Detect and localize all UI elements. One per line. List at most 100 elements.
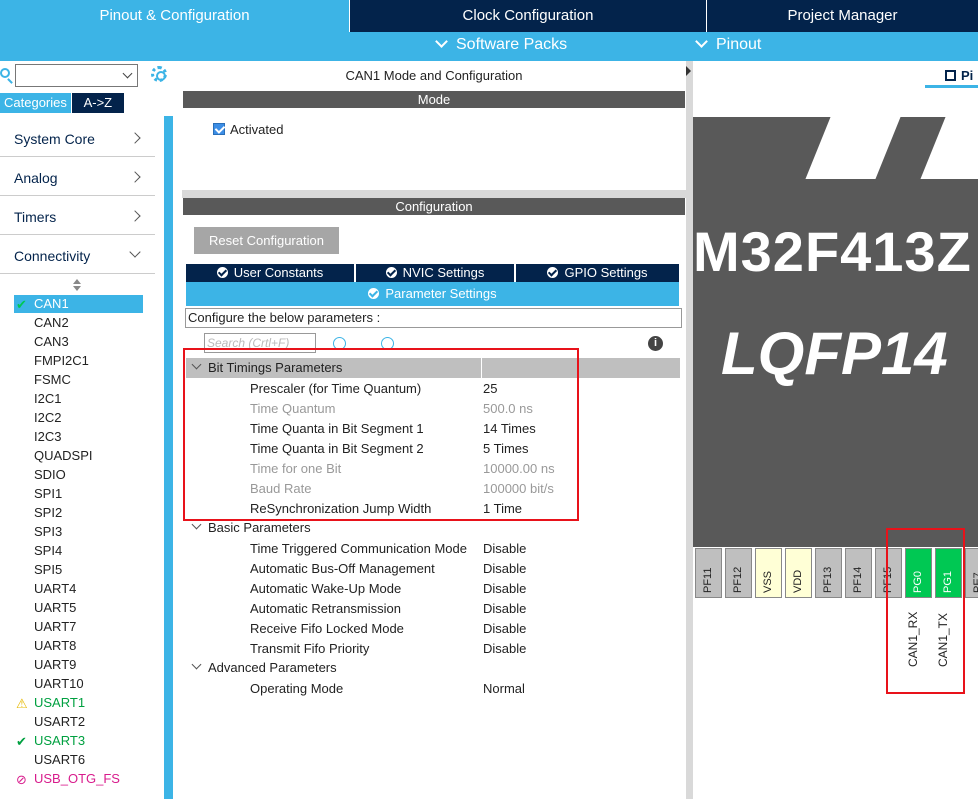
tab-categories[interactable]: Categories: [0, 93, 71, 113]
peripheral-item[interactable]: ✔ USART3: [14, 732, 143, 750]
search-dropdown[interactable]: [15, 64, 138, 87]
peripheral-item[interactable]: SPI4: [14, 542, 143, 560]
peripheral-label: SPI4: [34, 543, 63, 558]
top-tab-bar: Pinout & Configuration Clock Configurati…: [0, 0, 978, 32]
peripheral-item[interactable]: UART9: [14, 656, 143, 674]
category-system-core[interactable]: System Core: [0, 121, 155, 157]
tab-gpio-settings[interactable]: GPIO Settings: [516, 264, 679, 282]
check-icon: ✔: [16, 297, 27, 312]
parameter-value[interactable]: Disable: [483, 621, 526, 636]
peripheral-item[interactable]: SPI5: [14, 561, 143, 579]
pin-pf12[interactable]: PF12: [725, 548, 752, 598]
check-circle-icon: [385, 267, 397, 278]
parameter-value[interactable]: Disable: [483, 641, 526, 656]
tab-clock-configuration[interactable]: Clock Configuration: [350, 0, 707, 32]
pin-label: PE7: [972, 572, 978, 593]
peripheral-item[interactable]: ⊘ USB_OTG_FS: [14, 770, 143, 788]
peripheral-item[interactable]: ✔ CAN1: [14, 295, 143, 313]
reset-configuration-button[interactable]: Reset Configuration: [194, 227, 339, 254]
pin-pe7[interactable]: PE7: [965, 548, 978, 598]
peripheral-item[interactable]: I2C2: [14, 409, 143, 427]
parameter-name: Transmit Fifo Priority: [250, 641, 370, 656]
chevron-down-icon: [191, 519, 202, 530]
st-logo: [788, 117, 978, 185]
parameter-value[interactable]: Disable: [483, 601, 526, 616]
tab-pinout-view[interactable]: Pi: [925, 64, 978, 88]
tab-parameter-settings[interactable]: Parameter Settings: [186, 282, 679, 306]
peripheral-item[interactable]: UART4: [14, 580, 143, 598]
peripheral-item[interactable]: UART10: [14, 675, 143, 693]
peripheral-label: USART1: [34, 695, 86, 710]
pin-pf11[interactable]: PF11: [695, 548, 722, 598]
pin-label: PF11: [702, 567, 714, 593]
peripheral-item[interactable]: I2C3: [14, 428, 143, 446]
parameter-value[interactable]: Disable: [483, 541, 526, 556]
peripheral-item[interactable]: USART6: [14, 751, 143, 769]
group-basic[interactable]: Basic Parameters: [186, 518, 680, 538]
chevron-down-icon: [695, 35, 708, 48]
tab-pinout-configuration[interactable]: Pinout & Configuration: [0, 0, 350, 32]
peripheral-label: QUADSPI: [34, 448, 93, 463]
peripheral-item[interactable]: FSMC: [14, 371, 143, 389]
peripheral-item[interactable]: UART8: [14, 637, 143, 655]
peripheral-label: SPI3: [34, 524, 63, 539]
software-packs-menu[interactable]: Software Packs: [435, 35, 567, 54]
pin-pf13[interactable]: PF13: [815, 548, 842, 598]
peripheral-item[interactable]: USART2: [14, 713, 143, 731]
peripheral-label: USB_OTG_FS: [34, 771, 120, 786]
mode-band: Mode: [183, 91, 685, 108]
peripheral-item[interactable]: SPI1: [14, 485, 143, 503]
peripheral-item[interactable]: UART5: [14, 599, 143, 617]
chevron-right-icon: [129, 210, 141, 222]
sort-icon[interactable]: [73, 279, 81, 291]
peripheral-label: I2C1: [34, 391, 62, 406]
configuration-panel: CAN1 Mode and Configuration Mode Activat…: [182, 61, 686, 799]
group-advanced[interactable]: Advanced Parameters: [186, 658, 680, 678]
gear-icon[interactable]: [151, 66, 167, 82]
info-icon[interactable]: i: [648, 336, 663, 351]
pin-label: VSS: [762, 570, 774, 593]
peripheral-item[interactable]: SPI3: [14, 523, 143, 541]
peripheral-item[interactable]: SDIO: [14, 466, 143, 484]
pin-label: PF12: [732, 566, 744, 593]
pinout-view: Pi M32F413Z LQFP14 PF11 PF12 VSS VDD PF13 PF1…: [693, 61, 978, 799]
check-icon: ✔: [16, 734, 27, 749]
category-timers[interactable]: Timers: [0, 199, 155, 235]
check-circle-icon: [368, 288, 380, 299]
check-circle-icon: [216, 267, 228, 278]
chip-package-name: LQFP14: [721, 320, 948, 387]
peripheral-label: UART4: [34, 581, 77, 596]
pin-vdd[interactable]: VDD: [785, 548, 812, 598]
pin-vss[interactable]: VSS: [755, 548, 782, 598]
peripheral-item[interactable]: SPI2: [14, 504, 143, 522]
group-label: Advanced Parameters: [208, 660, 337, 675]
peripheral-item[interactable]: CAN2: [14, 314, 143, 332]
peripheral-item[interactable]: CAN3: [14, 333, 143, 351]
category-analog[interactable]: Analog: [0, 160, 155, 196]
search-icon[interactable]: [0, 68, 10, 78]
peripheral-label: UART7: [34, 619, 77, 634]
peripheral-item[interactable]: UART7: [14, 618, 143, 636]
peripheral-label: FMPI2C1: [34, 353, 89, 368]
category-connectivity[interactable]: Connectivity: [0, 238, 155, 274]
tab-project-manager[interactable]: Project Manager: [707, 0, 978, 32]
activated-checkbox[interactable]: [213, 123, 225, 135]
pinout-menu[interactable]: Pinout: [695, 35, 761, 54]
category-label: Timers: [14, 209, 57, 225]
peripheral-item[interactable]: ⚠ USART1: [14, 694, 143, 712]
panel-splitter[interactable]: [686, 61, 693, 799]
chip-icon: [945, 70, 956, 81]
sidebar-scrollbar[interactable]: [164, 116, 173, 799]
parameter-name: Receive Fifo Locked Mode: [250, 621, 404, 636]
tab-nvic-settings[interactable]: NVIC Settings: [356, 264, 514, 282]
peripheral-item[interactable]: I2C1: [14, 390, 143, 408]
tab-user-constants[interactable]: User Constants: [186, 264, 354, 282]
peripheral-item[interactable]: QUADSPI: [14, 447, 143, 465]
peripheral-item[interactable]: FMPI2C1: [14, 352, 143, 370]
pin-pf14[interactable]: PF14: [845, 548, 872, 598]
section-divider[interactable]: [182, 190, 686, 198]
parameter-value[interactable]: Normal: [483, 681, 525, 696]
parameter-value[interactable]: Disable: [483, 561, 526, 576]
parameter-value[interactable]: Disable: [483, 581, 526, 596]
tab-a-z[interactable]: A->Z: [71, 93, 124, 113]
